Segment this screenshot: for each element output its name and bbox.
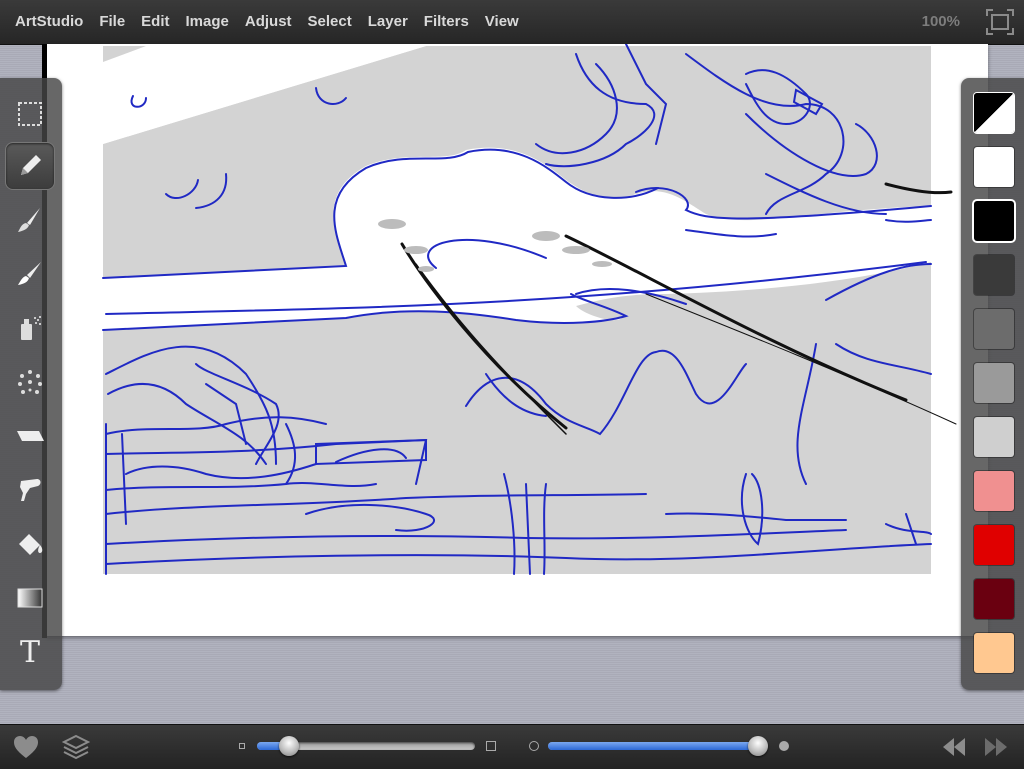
text-tool-label: T bbox=[19, 634, 40, 670]
color-swatch[interactable] bbox=[974, 201, 1014, 241]
opacity-slider[interactable] bbox=[548, 736, 768, 756]
sketch-artwork[interactable] bbox=[46, 44, 988, 636]
marquee-select-icon[interactable] bbox=[5, 90, 55, 138]
opacity-knob[interactable] bbox=[748, 736, 768, 756]
small-size-icon bbox=[239, 743, 245, 749]
brush-icon[interactable] bbox=[5, 196, 55, 244]
app-name-menu[interactable]: ArtStudio bbox=[0, 0, 91, 44]
heart-icon[interactable] bbox=[12, 733, 40, 761]
bottom-toolbar bbox=[0, 724, 1024, 769]
fast-forward-icon[interactable] bbox=[982, 733, 1010, 761]
eraser-icon[interactable] bbox=[5, 412, 55, 460]
smudge-brush-icon[interactable] bbox=[5, 250, 55, 298]
color-palette bbox=[961, 78, 1024, 690]
brush-size-slider[interactable] bbox=[257, 736, 475, 756]
menu-filters[interactable]: Filters bbox=[416, 0, 477, 44]
color-swatch[interactable] bbox=[974, 417, 1014, 457]
menu-select[interactable]: Select bbox=[300, 0, 360, 44]
large-size-icon bbox=[486, 741, 496, 751]
opacity-fill bbox=[548, 742, 758, 750]
spray-can-icon[interactable] bbox=[5, 304, 55, 352]
color-swatch[interactable] bbox=[974, 633, 1014, 673]
tool-palette: T bbox=[0, 78, 62, 690]
menu-image[interactable]: Image bbox=[178, 0, 237, 44]
color-swatch[interactable] bbox=[974, 363, 1014, 403]
menu-edit[interactable]: Edit bbox=[133, 0, 177, 44]
gradient-icon[interactable] bbox=[5, 574, 55, 622]
text-icon[interactable]: T bbox=[5, 628, 55, 676]
menu-layer[interactable]: Layer bbox=[360, 0, 416, 44]
menu-file[interactable]: File bbox=[91, 0, 133, 44]
color-swatch[interactable] bbox=[974, 309, 1014, 349]
paint-bucket-icon[interactable] bbox=[5, 520, 55, 568]
menu-view[interactable]: View bbox=[477, 0, 527, 44]
color-swatch[interactable] bbox=[974, 255, 1014, 295]
layers-icon[interactable] bbox=[61, 733, 91, 761]
low-opacity-icon bbox=[529, 741, 539, 751]
zoom-level: 100% bbox=[921, 13, 960, 30]
foreground-background-swatch[interactable] bbox=[974, 93, 1014, 133]
brush-size-knob[interactable] bbox=[279, 736, 299, 756]
menu-adjust[interactable]: Adjust bbox=[237, 0, 300, 44]
menu-bar: ArtStudio File Edit Image Adjust Select … bbox=[0, 0, 1024, 45]
color-swatch[interactable] bbox=[974, 525, 1014, 565]
color-swatch[interactable] bbox=[974, 147, 1014, 187]
rewind-icon[interactable] bbox=[940, 733, 968, 761]
scatter-dots-icon[interactable] bbox=[5, 358, 55, 406]
color-swatch[interactable] bbox=[974, 579, 1014, 619]
pencil-icon[interactable] bbox=[5, 142, 55, 190]
fullscreen-icon[interactable] bbox=[986, 9, 1014, 35]
high-opacity-icon bbox=[779, 741, 789, 751]
clone-stamp-icon[interactable] bbox=[5, 466, 55, 514]
color-swatch[interactable] bbox=[974, 471, 1014, 511]
